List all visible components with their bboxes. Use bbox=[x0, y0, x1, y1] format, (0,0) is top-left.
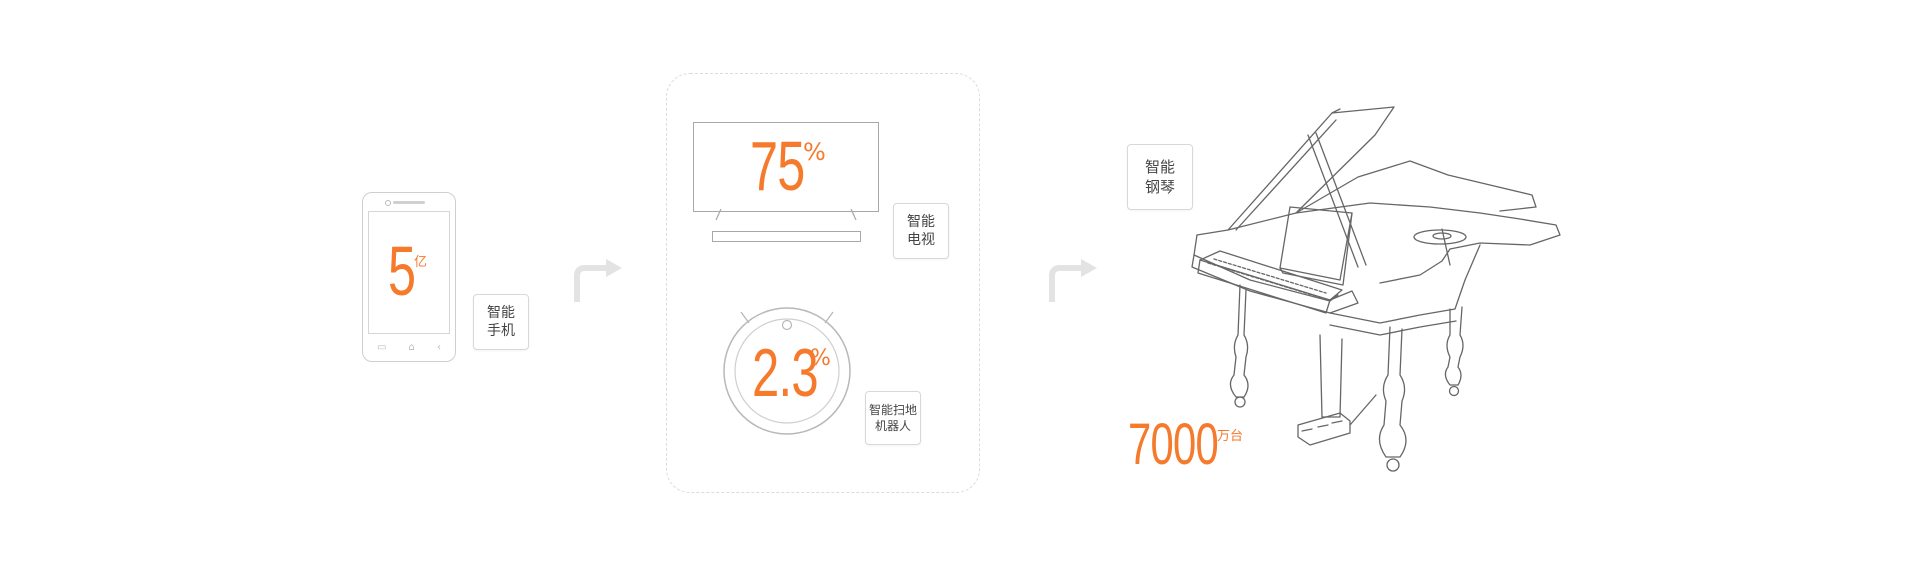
phone-nav-keys: ▭ ⌂ ‹ bbox=[377, 342, 441, 353]
smart-piano-label-line1: 智能 bbox=[1144, 158, 1175, 176]
smart-tv-label: 智能 电视 bbox=[893, 203, 949, 259]
soundbar-illustration bbox=[712, 231, 861, 242]
piano-count-value: 7000 bbox=[1128, 412, 1219, 477]
smartphone-label-line1: 智能 bbox=[487, 305, 515, 321]
home-key-icon: ⌂ bbox=[408, 342, 415, 353]
robot-percent-unit: % bbox=[810, 346, 831, 371]
television-stand bbox=[715, 208, 857, 221]
smart-tv-label-line2: 电视 bbox=[907, 232, 935, 248]
smartphone-label: 智能 手机 bbox=[473, 294, 529, 350]
smart-piano-label-line2: 钢琴 bbox=[1144, 178, 1175, 196]
turn-right-arrow-icon bbox=[574, 259, 622, 302]
turn-right-arrow-icon bbox=[1049, 259, 1097, 302]
back-key-icon: ‹ bbox=[437, 342, 441, 353]
smartphone-label-line2: 手机 bbox=[487, 323, 515, 339]
phone-camera bbox=[385, 200, 391, 206]
tv-percent-value: 75 bbox=[750, 127, 805, 205]
tv-percent-unit: % bbox=[803, 138, 826, 166]
piano-count-unit: 万台 bbox=[1217, 429, 1244, 444]
robot-vacuum-label-line2: 机器人 bbox=[874, 419, 911, 433]
robot-percent-value: 2.3 bbox=[752, 335, 819, 411]
menu-key-icon: ▭ bbox=[377, 342, 387, 353]
robot-vacuum-label: 智能扫地 机器人 bbox=[865, 391, 921, 445]
smart-tv-label-line1: 智能 bbox=[907, 214, 935, 230]
phone-count-unit: 亿 bbox=[414, 255, 428, 270]
robot-vacuum-label-line1: 智能扫地 bbox=[868, 403, 917, 417]
phone-count-value: 5 bbox=[388, 232, 416, 310]
phone-speaker bbox=[393, 201, 425, 204]
